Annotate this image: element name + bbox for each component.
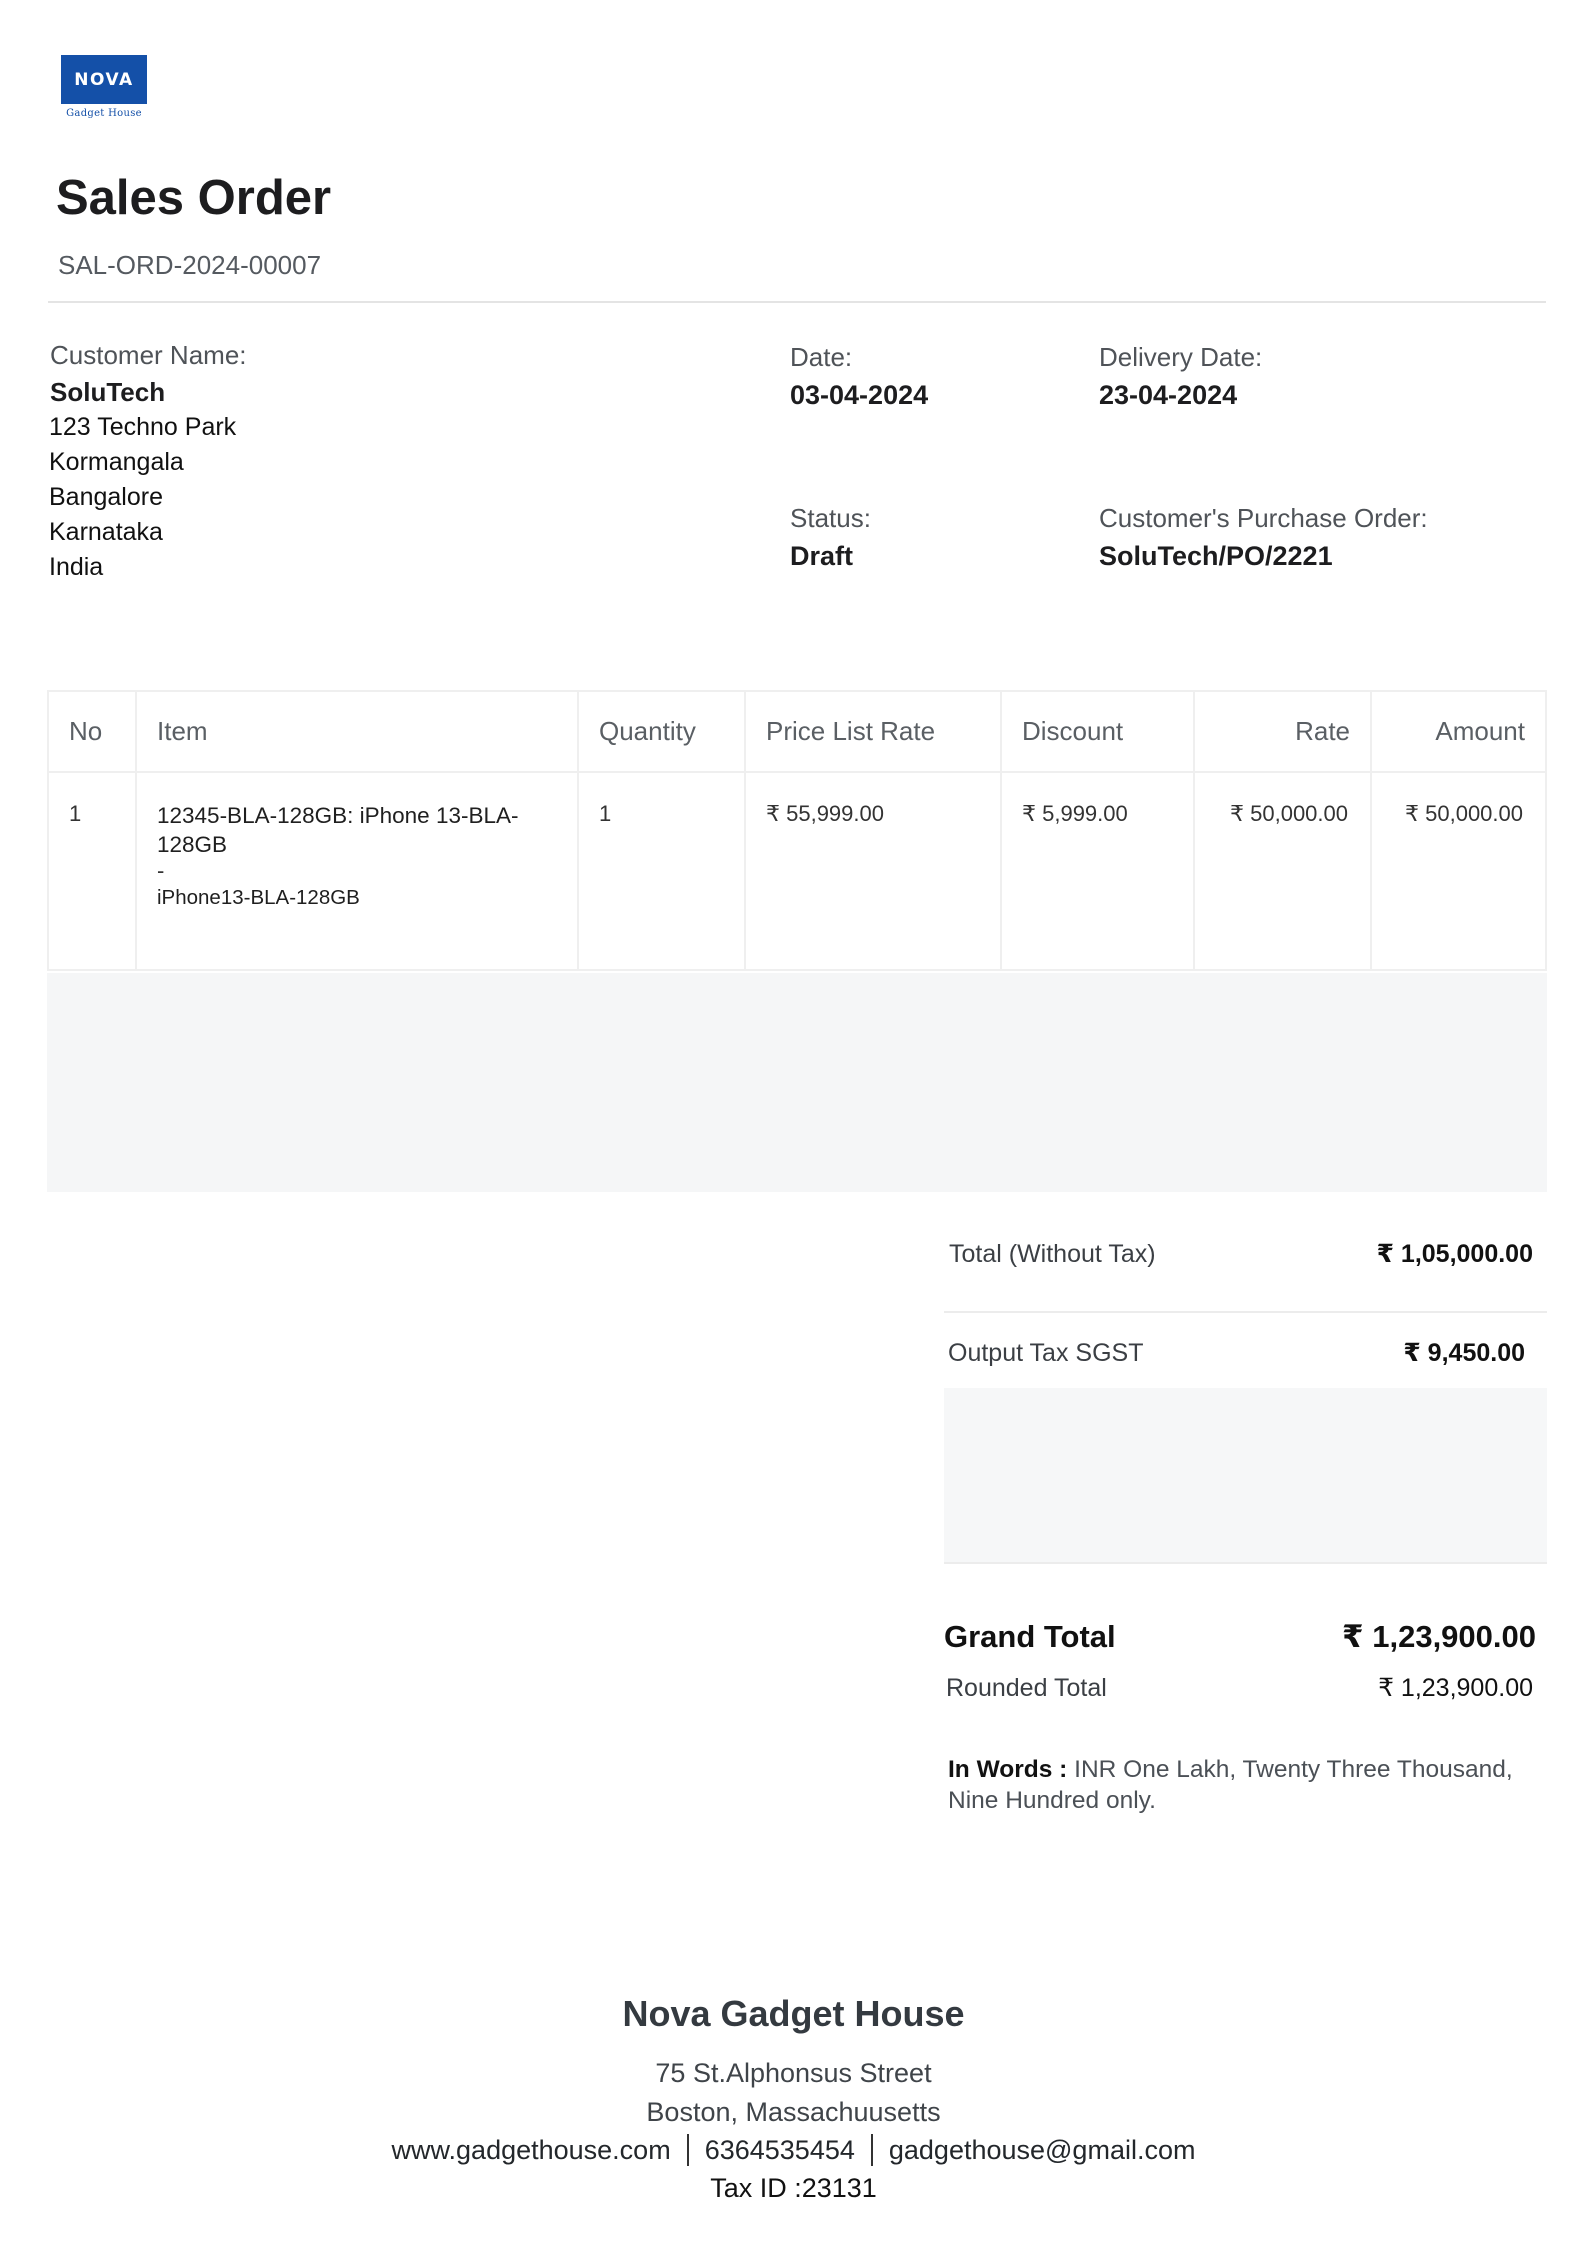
- purchase-order-value: SoluTech/PO/2221: [1099, 541, 1333, 571]
- address-line: Karnataka: [49, 518, 163, 546]
- logo-tagline: Gadget House: [66, 108, 142, 119]
- item-separator: -: [157, 858, 165, 883]
- col-header-rate: Rate: [1195, 690, 1372, 773]
- grand-total-value: ₹ 1,23,900.00: [1342, 1619, 1536, 1654]
- col-header-discount: Discount: [1002, 690, 1195, 773]
- cell-item: 12345-BLA-128GB: iPhone 13-BLA-128GB - i…: [137, 773, 579, 971]
- status-value: Draft: [790, 541, 854, 571]
- rounded-total-value: ₹ 1,23,900.00: [1378, 1674, 1533, 1702]
- footer-phone[interactable]: 6364535454: [705, 2135, 855, 2166]
- header-divider: [48, 301, 1546, 303]
- customer-name-label: Customer Name:: [50, 340, 247, 370]
- col-header-no: No: [47, 690, 137, 773]
- footer-city: Boston, Massachuusetts: [646, 2097, 941, 2127]
- order-number: SAL-ORD-2024-00007: [58, 250, 322, 280]
- tax-empty-area: [944, 1388, 1547, 1563]
- address-line: Kormangala: [49, 448, 184, 476]
- item-name: 12345-BLA-128GB: iPhone 13-BLA-128GB: [157, 803, 519, 857]
- col-header-amount: Amount: [1372, 690, 1547, 773]
- rounded-total-label: Rounded Total: [946, 1674, 1107, 1702]
- cell-price-list-rate: ₹ 55,999.00: [746, 773, 1002, 971]
- customer-address: 123 Techno Park Kormangala Bangalore Kar…: [49, 410, 236, 585]
- document-title: Sales Order: [56, 171, 332, 225]
- tax-label: Output Tax SGST: [948, 1339, 1144, 1367]
- footer-website[interactable]: www.gadgethouse.com: [392, 2135, 671, 2166]
- grand-total-label: Grand Total: [944, 1619, 1116, 1654]
- logo-brand: NOVA: [61, 55, 147, 104]
- address-line: Bangalore: [49, 483, 163, 511]
- net-total-value: ₹ 1,05,000.00: [1376, 1240, 1533, 1268]
- customer-name: SoluTech: [50, 377, 166, 407]
- separator: [870, 2134, 873, 2166]
- footer-tax-id: Tax ID :23131: [710, 2173, 877, 2203]
- cell-quantity: 1: [579, 773, 746, 971]
- table-header-row: No Item Quantity Price List Rate Discoun…: [47, 690, 1547, 773]
- footer-contacts: www.gadgethouse.com 6364535454 gadgethou…: [0, 2134, 1587, 2166]
- delivery-date: 23-04-2024: [1099, 380, 1238, 410]
- totals-divider: [944, 1311, 1547, 1313]
- cell-no: 1: [47, 773, 137, 971]
- footer-street: 75 St.Alphonsus Street: [655, 2058, 932, 2088]
- company-logo: NOVA Gadget House: [61, 55, 147, 129]
- col-header-price-list-rate: Price List Rate: [746, 690, 1002, 773]
- date-label: Date:: [790, 342, 853, 372]
- footer-company-name: Nova Gadget House: [622, 1993, 965, 2034]
- table-row: 1 12345-BLA-128GB: iPhone 13-BLA-128GB -…: [47, 773, 1547, 971]
- tax-value: ₹ 9,450.00: [1403, 1339, 1525, 1367]
- separator: [686, 2134, 689, 2166]
- address-line: 123 Techno Park: [49, 413, 237, 441]
- purchase-order-label: Customer's Purchase Order:: [1099, 503, 1428, 533]
- table-empty-area: [47, 973, 1547, 1192]
- delivery-date-label: Delivery Date:: [1099, 342, 1263, 372]
- cell-discount: ₹ 5,999.00: [1002, 773, 1195, 971]
- amount-in-words: In Words : INR One Lakh, Twenty Three Th…: [948, 1754, 1548, 1816]
- col-header-item: Item: [137, 690, 579, 773]
- totals-divider: [944, 1562, 1547, 1564]
- cell-rate: ₹ 50,000.00: [1195, 773, 1372, 971]
- col-header-quantity: Quantity: [579, 690, 746, 773]
- footer-email[interactable]: gadgethouse@gmail.com: [889, 2135, 1196, 2166]
- cell-amount: ₹ 50,000.00: [1372, 773, 1547, 971]
- item-description: iPhone13-BLA-128GB: [157, 886, 360, 909]
- in-words-label: In Words :: [948, 1756, 1068, 1783]
- address-line: India: [49, 553, 104, 581]
- order-date: 03-04-2024: [790, 380, 929, 410]
- net-total-label: Total (Without Tax): [949, 1240, 1156, 1268]
- status-label: Status:: [790, 503, 871, 533]
- items-table: No Item Quantity Price List Rate Discoun…: [47, 690, 1547, 971]
